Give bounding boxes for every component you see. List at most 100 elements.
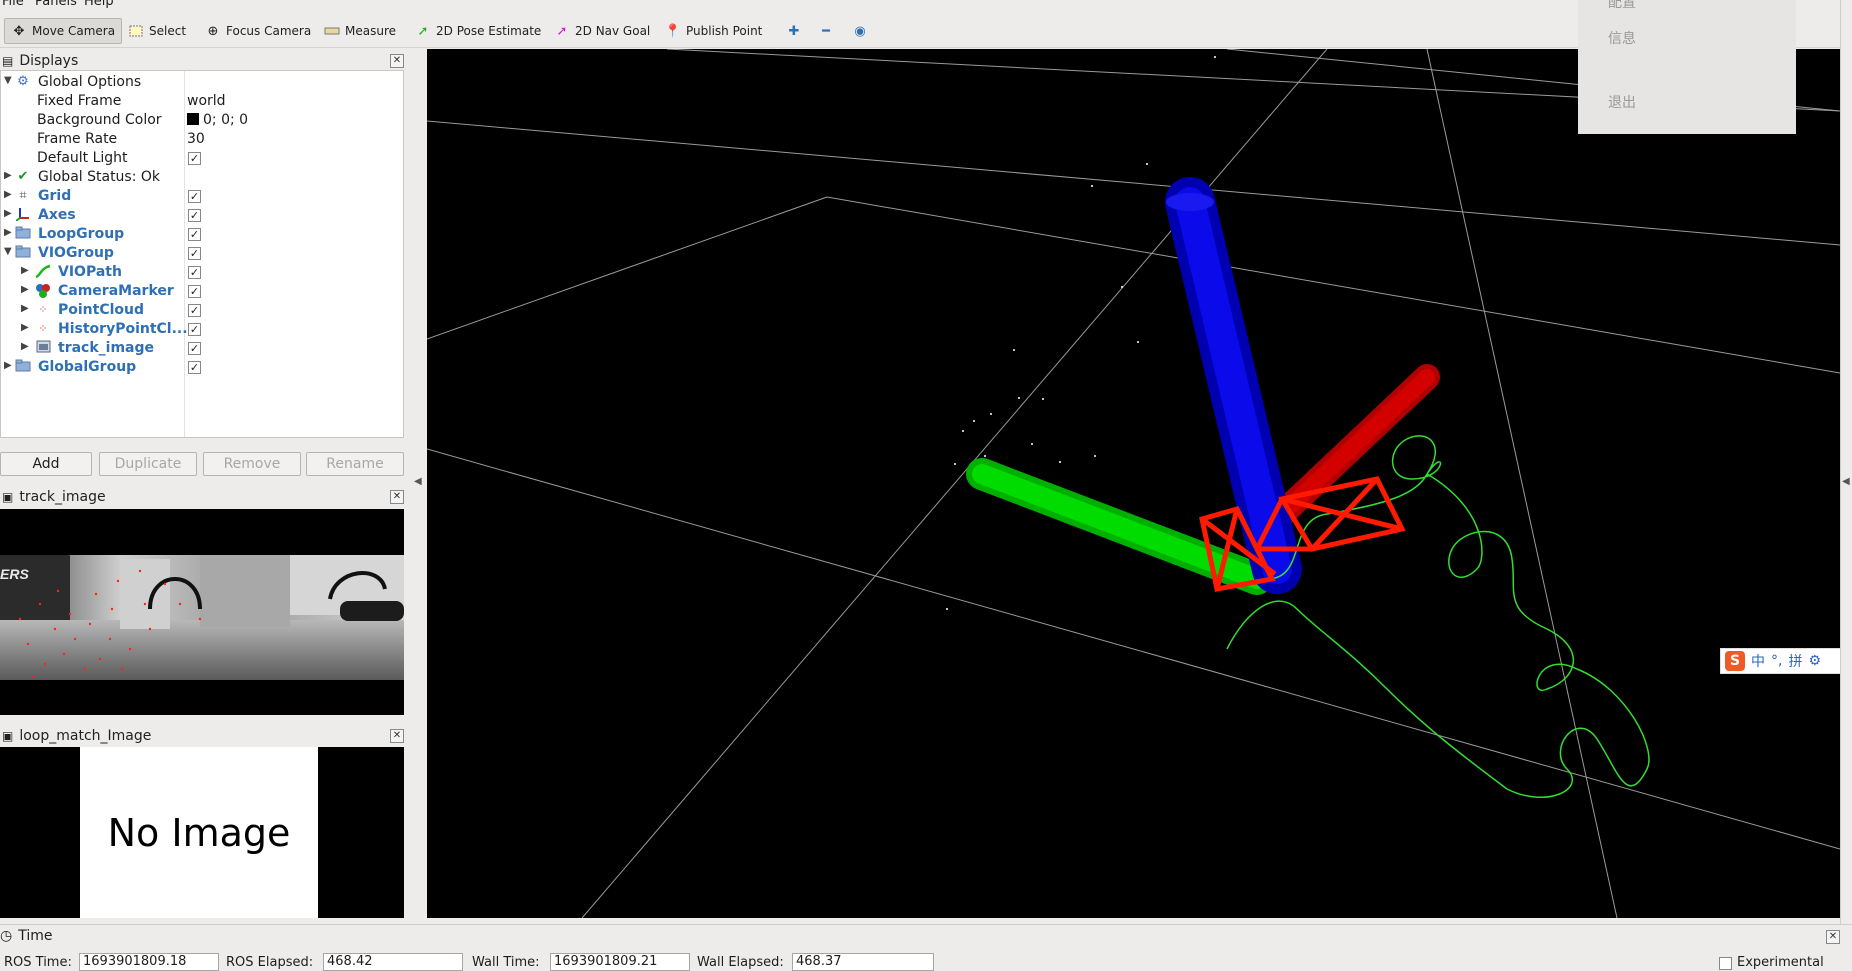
tree-row-loopgroup[interactable]: ▶ LoopGroup ✓ <box>1 225 403 244</box>
row-label: Grid <box>38 188 72 204</box>
row-label: Global Status: Ok <box>38 169 161 185</box>
grid <box>427 49 1840 918</box>
experimental-checkbox[interactable] <box>1719 957 1732 970</box>
nav-goal-icon: ➚ <box>556 23 568 39</box>
wall-elapsed-field[interactable]: 468.37 <box>792 953 934 971</box>
track-image-title-bar: ▣ track_image ✕ <box>0 486 404 508</box>
tree-row-pointcloud[interactable]: ▶ ⁘ PointCloud ✓ <box>1 301 403 320</box>
tree-row-background-color[interactable]: Background Color 0; 0; 0 <box>1 111 403 130</box>
checkbox[interactable]: ✓ <box>188 323 201 336</box>
tree-row-default-light[interactable]: Default Light ✓ <box>1 149 403 168</box>
select-tool[interactable]: Select <box>122 18 192 44</box>
tree-row-global-status[interactable]: ▶ ✔ Global Status: Ok <box>1 168 403 187</box>
image-panel-icon: ▣ <box>2 490 14 504</box>
close-icon[interactable]: ✕ <box>390 490 404 504</box>
wall-time-label: Wall Time: <box>472 955 540 970</box>
checkbox[interactable]: ✓ <box>188 228 201 241</box>
image-icon <box>35 340 51 356</box>
tree-row-historypointcloud[interactable]: ▶ ⁘ HistoryPointCl... ✓ <box>1 320 403 339</box>
tray-popup-menu: 配置 信息 退出 <box>1578 0 1796 134</box>
move-camera-icon: ✥ <box>13 23 25 39</box>
add-button[interactable]: Add <box>0 452 92 476</box>
close-icon[interactable]: ✕ <box>1826 930 1840 944</box>
checkbox[interactable]: ✓ <box>188 247 201 260</box>
move-camera-tool[interactable]: ✥ Move Camera <box>4 18 123 44</box>
row-label: Global Options <box>38 74 142 90</box>
loop-match-title: loop_match_Image <box>19 728 152 744</box>
menu-file[interactable]: File <box>2 0 24 9</box>
checkbox[interactable]: ✓ <box>188 342 201 355</box>
menu-panels[interactable]: Panels <box>35 0 77 9</box>
pose-estimate-label: 2D Pose Estimate <box>436 24 542 38</box>
row-label: Frame Rate <box>37 131 118 147</box>
publish-point-tool[interactable]: 📍 Publish Point <box>659 18 768 44</box>
sogou-logo-icon: S <box>1725 651 1745 671</box>
right-dock-strip: ◀ <box>1840 0 1852 966</box>
measure-tool[interactable]: Measure <box>318 18 402 44</box>
checkbox[interactable]: ✓ <box>188 285 201 298</box>
remove-tool-button[interactable]: ━ <box>812 18 840 44</box>
checkbox[interactable]: ✓ <box>188 304 201 317</box>
track-image-frame: ERS <box>0 555 404 680</box>
collapsed-arrow-icon: ▶ <box>4 189 12 200</box>
tree-row-global-options[interactable]: ▼ ⚙ Global Options <box>1 73 403 92</box>
rename-button[interactable]: Rename <box>306 452 404 476</box>
3d-viewport[interactable] <box>427 49 1840 918</box>
tree-row-fixed-frame[interactable]: Fixed Frame world <box>1 92 403 111</box>
checkbox[interactable]: ✓ <box>188 266 201 279</box>
pose-estimate-tool[interactable]: ➚ 2D Pose Estimate <box>409 18 547 44</box>
remove-button[interactable]: Remove <box>203 452 301 476</box>
background-color-value[interactable]: 0; 0; 0 <box>187 112 248 128</box>
ime-mode[interactable]: 拼 <box>1788 651 1802 671</box>
duplicate-button[interactable]: Duplicate <box>99 452 197 476</box>
tree-row-globalgroup[interactable]: ▶ GlobalGroup ✓ <box>1 358 403 377</box>
measure-icon <box>324 23 340 39</box>
collapse-right-icon[interactable]: ◀ <box>1842 476 1850 487</box>
measure-label: Measure <box>345 24 396 38</box>
checkbox[interactable]: ✓ <box>188 152 201 165</box>
collapsed-arrow-icon: ▶ <box>4 360 12 371</box>
focus-camera-tool[interactable]: ⊕ Focus Camera <box>199 18 317 44</box>
checkbox[interactable]: ✓ <box>188 361 201 374</box>
close-icon[interactable]: ✕ <box>390 729 404 743</box>
popup-item-config[interactable]: 配置 <box>1608 0 1636 12</box>
ime-punctuation[interactable]: °, <box>1771 653 1782 669</box>
gear-icon[interactable]: ⚙ <box>1808 653 1821 669</box>
collapse-left-icon[interactable]: ◀ <box>414 476 422 487</box>
tree-row-cameramarker[interactable]: ▶ CameraMarker ✓ <box>1 282 403 301</box>
tree-row-frame-rate[interactable]: Frame Rate 30 <box>1 130 403 149</box>
tree-row-grid[interactable]: ▶ ⌗ Grid ✓ <box>1 187 403 206</box>
popup-item-info[interactable]: 信息 <box>1608 28 1636 48</box>
menu-help[interactable]: Help <box>84 0 114 9</box>
row-label: Fixed Frame <box>37 93 122 109</box>
track-image-title: track_image <box>19 489 106 505</box>
row-label: HistoryPointCl... <box>58 321 188 337</box>
close-icon[interactable]: ✕ <box>390 54 404 68</box>
ime-status-bar[interactable]: S 中 °, 拼 ⚙ <box>1720 648 1852 674</box>
displays-title-bar: ▤ Displays ✕ <box>0 50 404 72</box>
view-tool-button[interactable]: ◉ <box>846 18 874 44</box>
row-label: Default Light <box>37 150 128 166</box>
frame-rate-value[interactable]: 30 <box>187 131 205 147</box>
folder-icon <box>15 359 31 375</box>
nav-goal-label: 2D Nav Goal <box>575 24 651 38</box>
tree-row-viopath[interactable]: ▶ VIOPath ✓ <box>1 263 403 282</box>
nav-goal-tool[interactable]: ➚ 2D Nav Goal <box>548 18 656 44</box>
row-label: VIOPath <box>58 264 122 280</box>
tree-row-track-image[interactable]: ▶ track_image ✓ <box>1 339 403 358</box>
displays-tree: ▼ ⚙ Global Options Fixed Frame world Bac… <box>0 70 404 438</box>
popup-item-exit[interactable]: 退出 <box>1608 92 1636 112</box>
fixed-frame-value[interactable]: world <box>187 93 226 109</box>
ros-time-field[interactable]: 1693901809.18 <box>79 953 219 971</box>
checkbox[interactable]: ✓ <box>188 190 201 203</box>
tree-row-axes[interactable]: ▶ Axes ✓ <box>1 206 403 225</box>
checkbox[interactable]: ✓ <box>188 209 201 222</box>
folder-icon <box>15 245 31 261</box>
wall-time-field[interactable]: 1693901809.21 <box>550 953 690 971</box>
ros-elapsed-field[interactable]: 468.42 <box>323 953 463 971</box>
add-tool-button[interactable]: ✚ <box>780 18 808 44</box>
tree-row-viogroup[interactable]: ▼ VIOGroup ✓ <box>1 244 403 263</box>
path-icon <box>35 264 51 280</box>
ime-lang[interactable]: 中 <box>1751 651 1765 671</box>
row-label: Background Color <box>37 112 162 128</box>
